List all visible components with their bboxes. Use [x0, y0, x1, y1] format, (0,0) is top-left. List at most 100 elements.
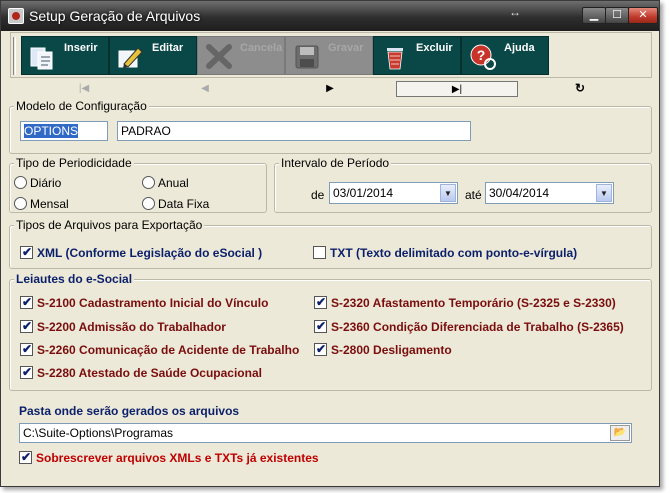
leiaute-s2260-checkbox[interactable]: S-2260 Comunicação de Acidente de Trabal… — [20, 342, 300, 357]
gravar-label: Gravar — [328, 42, 364, 54]
overwrite-label: Sobrescrever arquivos XMLs e TXTs já exi… — [36, 451, 319, 465]
cancela-label: Cancela — [240, 42, 283, 54]
intervalo-group: Intervalo de Período de 03/01/2014 ▼ até… — [274, 156, 652, 213]
txt-checkbox[interactable]: TXT (Texto delimitado com ponto-e-vírgul… — [313, 246, 577, 260]
checkbox-box — [314, 342, 327, 356]
leiaute-s2200-checkbox[interactable]: S-2200 Admissão do Trabalhador — [20, 319, 226, 334]
radio-anual-label: Anual — [158, 176, 189, 190]
window-title: Setup Geração de Arquivos — [29, 8, 201, 24]
radio-circle — [14, 197, 27, 210]
radio-data-fixa[interactable]: Data Fixa — [142, 197, 209, 211]
cancela-button[interactable]: Cancela — [197, 36, 285, 75]
chevron-down-icon[interactable]: ▼ — [440, 184, 456, 202]
pasta-path-value: C:\Suite-Options\Programas — [23, 426, 174, 440]
svg-text:?: ? — [477, 47, 486, 63]
leiaute-label: S-2360 Condição Diferenciada de Trabalho… — [331, 320, 624, 334]
overwrite-checkbox[interactable]: Sobrescrever arquivos XMLs e TXTs já exi… — [19, 450, 319, 465]
modelo-name-input[interactable]: PADRAO — [117, 121, 471, 141]
radio-mensal-label: Mensal — [30, 197, 69, 211]
radio-circle — [142, 197, 155, 210]
date-from-picker[interactable]: 03/01/2014 ▼ — [329, 182, 458, 204]
editar-button[interactable]: Editar — [109, 36, 197, 75]
checkbox-box — [20, 319, 33, 333]
txt-label: TXT (Texto delimitado com ponto-e-vírgul… — [330, 246, 578, 260]
checkbox-box — [19, 450, 32, 464]
insert-document-icon — [30, 47, 53, 70]
close-button[interactable]: ✕ — [628, 7, 658, 24]
radio-circle — [14, 176, 27, 189]
ate-label: até — [465, 188, 482, 202]
leiautes-group: Leiautes do e-Social S-2100 Cadastrament… — [9, 272, 652, 391]
leiaute-label: S-2100 Cadastramento Inicial do Vínculo — [37, 296, 269, 310]
leiaute-label: S-2280 Atestado de Saúde Ocupacional — [37, 366, 262, 380]
refresh-icon[interactable]: ↻ — [565, 81, 595, 97]
radio-diario-label: Diário — [30, 176, 62, 190]
leiautes-title: Leiautes do e-Social — [14, 272, 135, 286]
radio-anual[interactable]: Anual — [142, 176, 189, 190]
modelo-title: Modelo de Configuração — [14, 99, 149, 113]
setup-window: Setup Geração de Arquivos ↔ ▁ ☐ ✕ Inseri… — [0, 0, 660, 487]
app-icon[interactable] — [8, 8, 24, 24]
radio-diario[interactable]: Diário — [14, 176, 61, 190]
nav-first-button[interactable]: |◀ — [54, 81, 114, 97]
modelo-code-input[interactable]: OPTIONS — [20, 121, 108, 141]
nav-next-button[interactable]: ▶ — [295, 81, 365, 97]
resize-arrows-icon: ↔ — [509, 5, 521, 19]
de-label: de — [311, 188, 325, 202]
checkbox-box — [20, 295, 33, 309]
minimize-button[interactable]: ▁ — [582, 7, 606, 24]
radio-circle — [142, 176, 155, 189]
date-to-picker[interactable]: 30/04/2014 ▼ — [485, 182, 614, 204]
excluir-button[interactable]: Excluir — [373, 36, 461, 75]
save-disk-icon — [295, 45, 319, 69]
trash-bin-icon — [387, 48, 403, 70]
leiaute-label: S-2260 Comunicação de Acidente de Trabal… — [37, 343, 300, 357]
ajuda-button[interactable]: ? Ajuda — [461, 36, 549, 75]
radio-data-fixa-label: Data Fixa — [158, 197, 210, 211]
checkbox-box — [314, 319, 327, 333]
modelo-group: Modelo de Configuração OPTIONS PADRAO — [9, 99, 652, 154]
tipos-group: Tipos de Arquivos para Exportação XML (C… — [9, 218, 652, 269]
pasta-title: Pasta onde serão gerados os arquivos — [19, 404, 240, 418]
nav-last-button[interactable]: ▶| — [396, 81, 518, 97]
maximize-button[interactable]: ☐ — [605, 7, 629, 24]
inserir-label: Inserir — [64, 42, 98, 54]
toolbar: Inserir Editar Cancela Gravar Excluir ? … — [10, 32, 652, 78]
cancel-x-icon — [206, 44, 232, 69]
title-bar[interactable]: Setup Geração de Arquivos ↔ ▁ ☐ ✕ — [1, 1, 659, 31]
leiaute-s2320-checkbox[interactable]: S-2320 Afastamento Temporário (S-2325 e … — [314, 295, 616, 310]
modelo-code-value: OPTIONS — [24, 124, 79, 138]
checkbox-box — [313, 246, 326, 259]
leiaute-s2280-checkbox[interactable]: S-2280 Atestado de Saúde Ocupacional — [20, 365, 262, 380]
record-navigator: |◀ ◀ ▶ ▶| ↻ — [10, 81, 652, 97]
ajuda-label: Ajuda — [504, 42, 535, 54]
toolbar-grip[interactable] — [13, 37, 16, 75]
chevron-down-icon[interactable]: ▼ — [596, 184, 612, 202]
editar-label: Editar — [152, 42, 184, 54]
xml-label: XML (Conforme Legislação do eSocial ) — [37, 246, 263, 260]
tipos-title: Tipos de Arquivos para Exportação — [14, 218, 205, 232]
pasta-group: Pasta onde serão gerados os arquivos C:\… — [9, 399, 652, 479]
periodicidade-title: Tipo de Periodicidade — [14, 156, 134, 170]
help-question-icon: ? — [470, 44, 496, 70]
pasta-path-input[interactable]: C:\Suite-Options\Programas 📂 — [19, 423, 632, 443]
xml-checkbox[interactable]: XML (Conforme Legislação do eSocial ) — [20, 245, 263, 260]
inserir-button[interactable]: Inserir — [21, 36, 109, 75]
nav-prior-button[interactable]: ◀ — [170, 81, 240, 97]
excluir-label: Excluir — [416, 42, 453, 54]
checkbox-box — [20, 342, 33, 356]
periodicidade-group: Tipo de Periodicidade Diário Anual Mensa… — [9, 156, 267, 213]
leiaute-label: S-2320 Afastamento Temporário (S-2325 e … — [331, 296, 616, 310]
checkbox-box — [20, 245, 33, 259]
checkbox-box — [314, 295, 327, 309]
leiaute-s2360-checkbox[interactable]: S-2360 Condição Diferenciada de Trabalho… — [314, 319, 624, 334]
folder-open-icon[interactable]: 📂 — [610, 425, 630, 441]
leiaute-s2800-checkbox[interactable]: S-2800 Desligamento — [314, 342, 452, 357]
leiaute-label: S-2800 Desligamento — [331, 343, 452, 357]
gravar-button[interactable]: Gravar — [285, 36, 373, 75]
leiaute-label: S-2200 Admissão do Trabalhador — [37, 320, 226, 334]
date-to-value: 30/04/2014 — [489, 186, 550, 200]
leiaute-s2100-checkbox[interactable]: S-2100 Cadastramento Inicial do Vínculo — [20, 295, 269, 310]
date-from-value: 03/01/2014 — [333, 186, 394, 200]
radio-mensal[interactable]: Mensal — [14, 197, 69, 211]
